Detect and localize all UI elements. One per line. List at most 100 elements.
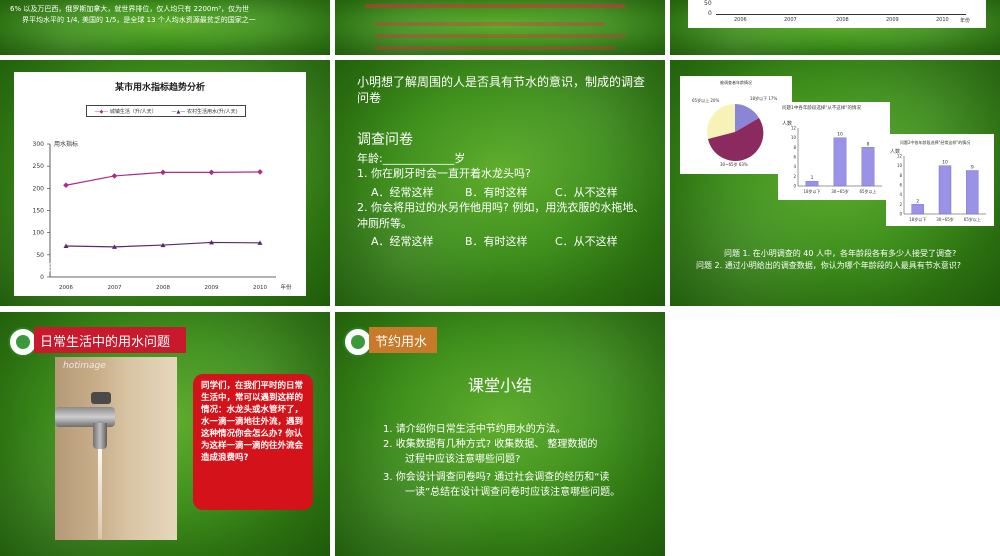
slide-6-question-2: 问题 2. 通过小明给出的调查数据，你认为哪个年龄段的人最具有节水意识? [696,261,961,270]
bar2-y-tick: 0 [899,212,902,217]
summary-item-3-cont: 一读”总结在设计调查问卷时应该注意哪些问题。 [405,487,621,498]
slide-2-thumbnail[interactable] [335,0,665,55]
bar2-y-tick: 2 [899,202,902,207]
x-unit: 年份 [960,18,971,24]
bar2-x-label: 30~65岁 [936,216,954,222]
q1-option-a[interactable]: A．经常这样 [371,184,434,200]
bar1-bar [833,137,847,187]
slide-5-thumbnail[interactable]: 小明想了解周围的人是否具有节水的意识，制成的调查问卷 调查问卷 年龄:_____… [335,60,665,306]
slide-3-chart-area: 50 0 2006 2007 2008 2009 2010 年份 [688,0,986,28]
pie-label-65-plus: 65岁以上 20% [692,98,720,103]
slide-2-faded-text [375,22,605,26]
y-tick-label: 50 [36,252,44,259]
slide-6-question-1: 问题 1. 在小明调查的 40 人中，各年龄段各有多少人接受了调查? [724,249,957,258]
pie-label-30-65: 30~65岁 63% [720,162,748,167]
bar2-x-label: 65岁以上 [964,216,981,222]
x-axis-unit: 年份 [280,283,292,291]
question-2: 2. 你会将用过的水另作他用吗? 例如，用洗衣服的水拖地、冲厕所等。 [357,201,645,230]
slide-7-banner-text: 日常生活中的用水问题 [40,334,171,350]
q2-option-a[interactable]: A．经常这样 [371,233,434,249]
slide-1-text-line-1: 6% 以及万巴西，俄罗斯加拿大，就世界排位，仅人均只有 2200m³，仅为世 [10,5,249,13]
q2-option-b[interactable]: B．有时这样 [465,233,528,249]
x-label-2007: 2007 [784,17,797,23]
q2-option-c[interactable]: C．从不这样 [555,233,618,249]
slide-4-thumbnail[interactable]: 某市用水指标趋势分析 —◆— 城镇生活（升/人天） —▲— 农村生活用水(升/人… [0,60,330,306]
bar1-y-tick: 2 [793,174,796,179]
bar1-bar [861,147,875,187]
speech-bubble: 同学们，在我们平时的日常生活中，常可以遇到这样的情况：水龙头或水管坏了，水一滴一… [193,374,313,510]
x-tick-label: 2007 [108,285,122,291]
bar2-y-tick: 4 [899,192,902,197]
series-point-urban [160,169,166,176]
y-tick-label: 300 [33,141,45,148]
survey-title: 调查问卷 [357,132,413,148]
bar2-y-tick: 12 [897,154,903,159]
summary-item-2-cont: 过程中应该注意哪些问题? [405,454,521,465]
bar2-y-tick: 6 [899,183,902,188]
slide-1-thumbnail[interactable]: 6% 以及万巴西，俄罗斯加拿大，就世界排位，仅人均只有 2200m³，仅为世 界… [0,0,330,55]
bar-chart-1-box: 问题1中各年龄段选择"从不这样"的情况 人数 0 2 4 6 8 10 12 1 18岁以下 10… [778,102,890,200]
y-tick-label: 100 [33,230,45,237]
q1-option-b[interactable]: B．有时这样 [465,184,528,200]
bar1-y-tick: 8 [793,145,796,150]
bar2-x-label: 18岁以下 [909,216,926,222]
slide-7-thumbnail[interactable]: 日常生活中的用水问题 hotimage 同学们，在我们平时的日常生活中，常可以遇… [0,312,330,556]
summary-title: 课堂小结 [467,376,532,395]
bar1-x-label: 65岁以上 [859,188,876,194]
x-tick-label: 2008 [156,285,170,291]
photo-watermark: hotimage [63,361,106,371]
slide-6-thumbnail[interactable]: 被调查者年龄情况 65岁以上 20% 18岁以下 17% 30~65岁 63% … [670,60,1000,306]
slide-4-question: 小颖的统计图中，你得到了什么信息? [26,261,208,274]
bar2-bar [938,165,952,215]
pie-chart-box: 被调查者年龄情况 65岁以上 20% 18岁以下 17% 30~65岁 63% [680,76,792,174]
faucet-photo: hotimage [55,357,177,540]
x-axis [716,14,966,15]
bar1-x-label: 18岁以下 [803,188,820,194]
y-tick-label: 250 [33,163,45,170]
bar2-bar [911,204,924,215]
bar-chart-2-svg: 0 2 4 6 8 10 12 2 18岁以下 10 30~65岁 9 65岁以上 [897,154,986,222]
y-tick-label: 200 [33,185,45,192]
y-tick-label: 150 [33,208,45,215]
bar2-bar-value: 9 [971,165,974,171]
water-stream [98,449,102,539]
x-label-2009: 2009 [886,17,899,23]
bar1-bar-value: 8 [867,141,870,147]
pie-chart-svg [707,104,764,161]
slide-3-thumbnail[interactable]: 50 0 2006 2007 2008 2009 2010 年份 [670,0,1000,55]
slide-2-faded-text [365,4,625,8]
bar2-bar-value: 2 [916,198,919,204]
bar1-x-label: 30~65岁 [831,188,849,194]
bar1-y-tick: 10 [791,135,797,140]
question-1: 1. 你在刷牙时会一直开着水龙头吗? [357,167,531,180]
slide-1-text-line-2: 界平均水平的 1/4, 美国的 1/5，是全球 13 个人均水资源最贫乏的国家之… [22,16,256,24]
summary-item-1: 1. 请介绍你日常生活中节约用水的方法。 [383,424,566,435]
slide-8-thumbnail[interactable]: 节约用水 课堂小结 1. 请介绍你日常生活中节约用水的方法。 2. 收集数据有几… [335,312,665,556]
bar-chart-2-box: 问题2中各年龄段选择"经常这样"的情况 人数 0 2 4 6 8 10 12 2 18岁以下 10… [886,134,994,226]
slide-8-banner-text: 节约用水 [375,334,428,350]
faucet-spout-icon [93,423,107,449]
bar1-bar-value: 10 [837,132,843,138]
summary-item-3: 3. 你会设计调查问卷吗? 通过社会调查的经历和“读 [383,472,610,483]
series-point-urban [257,169,263,175]
faucet-handle-icon [91,392,111,404]
series-point-urban [208,169,215,176]
x-tick-label: 2010 [253,285,267,291]
x-label-2010: 2010 [936,17,949,23]
y-tick-0: 0 [708,10,712,17]
bar1-y-tick: 12 [791,126,797,131]
bar1-bar [805,180,819,187]
bar2-bar [966,170,979,215]
survey-intro: 小明想了解周围的人是否具有节水的意识，制成的调查问卷 [357,75,646,105]
slide-2-faded-text [375,34,625,38]
slide-7-banner: 日常生活中的用水问题 [34,327,186,353]
x-label-2006: 2006 [734,17,747,23]
bar2-y-tick: 10 [897,163,903,168]
bar1-y-tick: 0 [793,184,796,189]
y-axis-label: 用水指标 [54,140,78,148]
slide-2-faded-text [375,46,615,50]
x-tick-label: 2006 [59,285,73,291]
q1-option-c[interactable]: C．从不这样 [555,184,618,200]
age-field: 年龄:_____________岁 [357,152,466,165]
bar2-y-tick: 8 [899,173,902,178]
